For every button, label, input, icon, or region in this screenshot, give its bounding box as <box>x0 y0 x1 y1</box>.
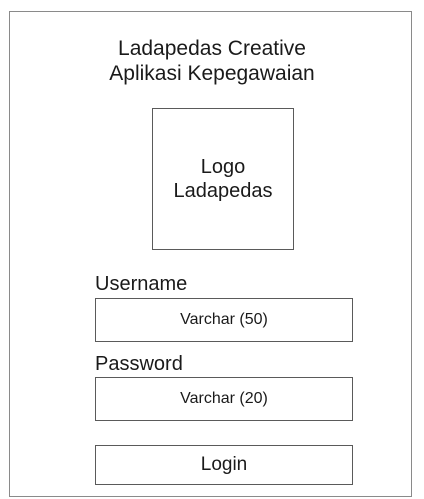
logo-text-line-2: Ladapedas <box>173 180 273 202</box>
login-button[interactable]: Login <box>95 445 353 485</box>
logo-placeholder: Logo Ladapedas <box>152 108 294 250</box>
logo-text-line-1: Logo <box>200 156 246 178</box>
username-field-value: Varchar (50) <box>180 311 268 328</box>
app-subtitle: Aplikasi Kepegawaian <box>109 62 315 85</box>
login-button-label: Login <box>200 454 248 475</box>
app-title: Ladapedas Creative <box>118 37 306 60</box>
password-label: Password <box>95 353 183 375</box>
username-field[interactable]: Varchar (50) <box>95 298 353 342</box>
password-field[interactable]: Varchar (20) <box>95 377 353 421</box>
username-label: Username <box>95 273 188 295</box>
password-field-value: Varchar (20) <box>180 390 268 407</box>
